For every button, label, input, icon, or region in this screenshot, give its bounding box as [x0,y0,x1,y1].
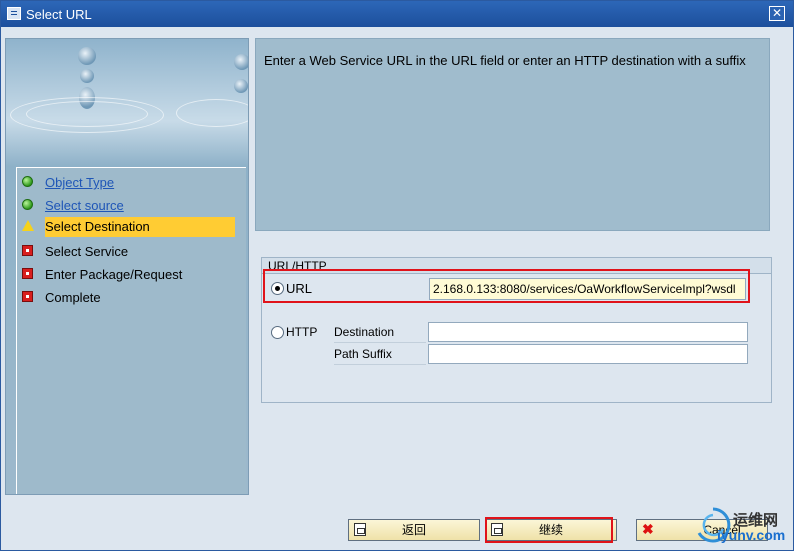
step-enter-package: Enter Package/Request [17,265,235,285]
step-select-service: Select Service [17,242,235,262]
window-icon [7,7,21,20]
http-radio[interactable] [271,326,284,339]
step-select-source[interactable]: Select source [17,196,235,216]
step-complete: Complete [17,288,235,308]
red-square-icon [22,245,33,256]
url-highlight-box [263,269,750,303]
water-drop-image [234,79,248,93]
step-label[interactable]: Select source [45,198,124,213]
step-label: Select Destination [45,219,150,234]
red-square-icon [22,268,33,279]
divider [334,364,426,365]
back-button[interactable]: 返回 [348,519,480,541]
water-ripple [176,99,248,127]
title-bar: Select URL ✕ [1,1,793,27]
divider [334,342,426,343]
water-ripple [10,97,164,133]
watermark-en-text: iyunv.com [717,527,786,543]
step-label: Enter Package/Request [45,267,183,282]
warning-triangle-icon [22,220,34,231]
step-label[interactable]: Object Type [45,175,114,190]
close-icon[interactable]: ✕ [769,6,785,21]
path-suffix-input[interactable] [428,344,748,364]
step-object-type[interactable]: Object Type [17,173,235,193]
continue-highlight-box [485,517,613,543]
path-suffix-label: Path Suffix [334,347,392,361]
cancel-x-icon: ✖ [642,521,654,537]
destination-input[interactable] [428,322,748,342]
green-dot-icon [22,176,33,187]
back-button-label: 返回 [401,523,426,537]
watermark-logo: 运维网 iyunv.com [691,503,791,547]
wizard-steps-panel: Object Type Select source Select Destina… [16,167,246,494]
step-label: Complete [45,290,101,305]
water-drop-image [80,69,94,83]
water-drop-image [78,47,96,65]
http-radio-label[interactable]: HTTP [286,325,317,339]
destination-label: Destination [334,325,395,339]
water-drop-image [234,54,248,70]
red-square-icon [22,291,33,302]
step-select-destination: Select Destination [22,217,235,237]
select-url-dialog: Select URL ✕ Object Type Select source S… [0,0,794,551]
green-dot-icon [22,199,33,210]
step-label: Select Service [45,244,129,259]
instruction-panel: Enter a Web Service URL in the URL field… [255,38,770,231]
wizard-illustration: Object Type Select source Select Destina… [5,38,249,495]
instruction-text: Enter a Web Service URL in the URL field… [264,53,746,68]
window-title: Select URL [26,7,92,22]
